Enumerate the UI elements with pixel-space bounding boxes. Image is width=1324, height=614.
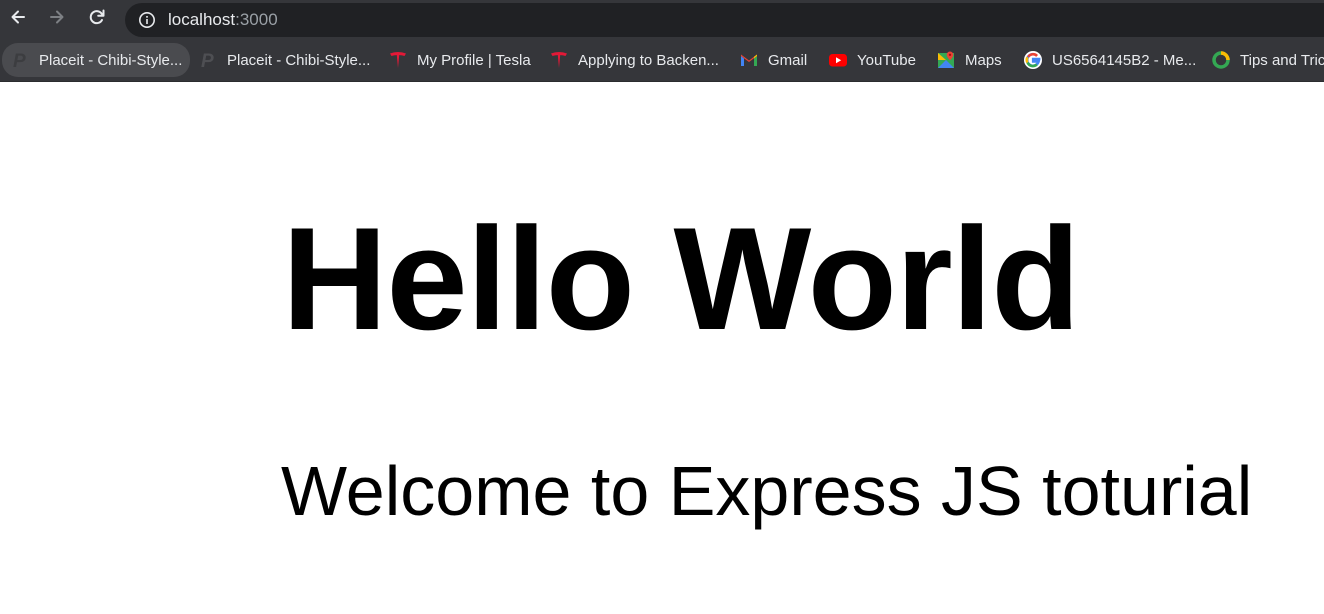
bookmark-label: Gmail bbox=[768, 51, 808, 69]
address-bar[interactable]: localhost:3000 bbox=[125, 3, 1324, 37]
bookmark-label: US6564145B2 - Me... bbox=[1052, 51, 1197, 69]
reload-icon bbox=[87, 7, 107, 32]
page-content: Hello World Welcome to Express JS toturi… bbox=[0, 83, 1324, 614]
bookmark-google-patent[interactable]: US6564145B2 - Me... bbox=[1015, 43, 1204, 77]
bookmarks-bar: P Placeit - Chibi-Style... P Placeit - C… bbox=[0, 40, 1324, 82]
bookmark-tesla-applying[interactable]: Applying to Backen... bbox=[541, 43, 727, 77]
bookmark-label: Placeit - Chibi-Style... bbox=[39, 51, 183, 69]
forward-button[interactable] bbox=[42, 4, 72, 34]
back-button[interactable] bbox=[3, 4, 33, 34]
page-heading: Hello World bbox=[282, 197, 1080, 360]
bookmark-tesla-profile[interactable]: My Profile | Tesla bbox=[380, 43, 539, 77]
url-host: localhost bbox=[168, 10, 236, 29]
bookmark-label: Maps bbox=[965, 51, 1002, 69]
maps-icon bbox=[936, 50, 956, 70]
bookmark-label: YouTube bbox=[857, 51, 916, 69]
bookmark-maps[interactable]: Maps bbox=[928, 43, 1010, 77]
arrow-left-icon bbox=[8, 7, 28, 32]
bookmark-youtube[interactable]: YouTube bbox=[820, 43, 924, 77]
browser-toolbar: localhost:3000 bbox=[0, 0, 1324, 40]
reload-button[interactable] bbox=[82, 4, 112, 34]
bookmark-placeit-1[interactable]: P Placeit - Chibi-Style... bbox=[2, 43, 191, 77]
tesla-icon bbox=[549, 50, 569, 70]
bookmark-placeit-2[interactable]: P Placeit - Chibi-Style... bbox=[190, 43, 378, 77]
google-icon bbox=[1023, 50, 1043, 70]
svg-text:P: P bbox=[13, 51, 26, 70]
gmail-icon bbox=[739, 50, 759, 70]
page-subheading: Welcome to Express JS toturial bbox=[281, 452, 1253, 530]
url-text: localhost:3000 bbox=[168, 10, 278, 30]
bookmark-tips[interactable]: Tips and Tric bbox=[1203, 43, 1324, 77]
bookmark-label: My Profile | Tesla bbox=[417, 51, 531, 69]
info-icon[interactable] bbox=[138, 11, 156, 29]
placeit-icon: P bbox=[10, 50, 30, 70]
svg-text:P: P bbox=[201, 51, 214, 70]
bookmark-label: Placeit - Chibi-Style... bbox=[227, 51, 371, 69]
ring-icon bbox=[1211, 50, 1231, 70]
arrow-right-icon bbox=[47, 7, 67, 32]
bookmark-label: Tips and Tric bbox=[1240, 51, 1324, 69]
bookmark-label: Applying to Backen... bbox=[578, 51, 719, 69]
placeit-icon: P bbox=[198, 50, 218, 70]
youtube-icon bbox=[828, 50, 848, 70]
bookmark-gmail[interactable]: Gmail bbox=[731, 43, 815, 77]
tesla-icon bbox=[388, 50, 408, 70]
url-port: :3000 bbox=[235, 10, 278, 29]
